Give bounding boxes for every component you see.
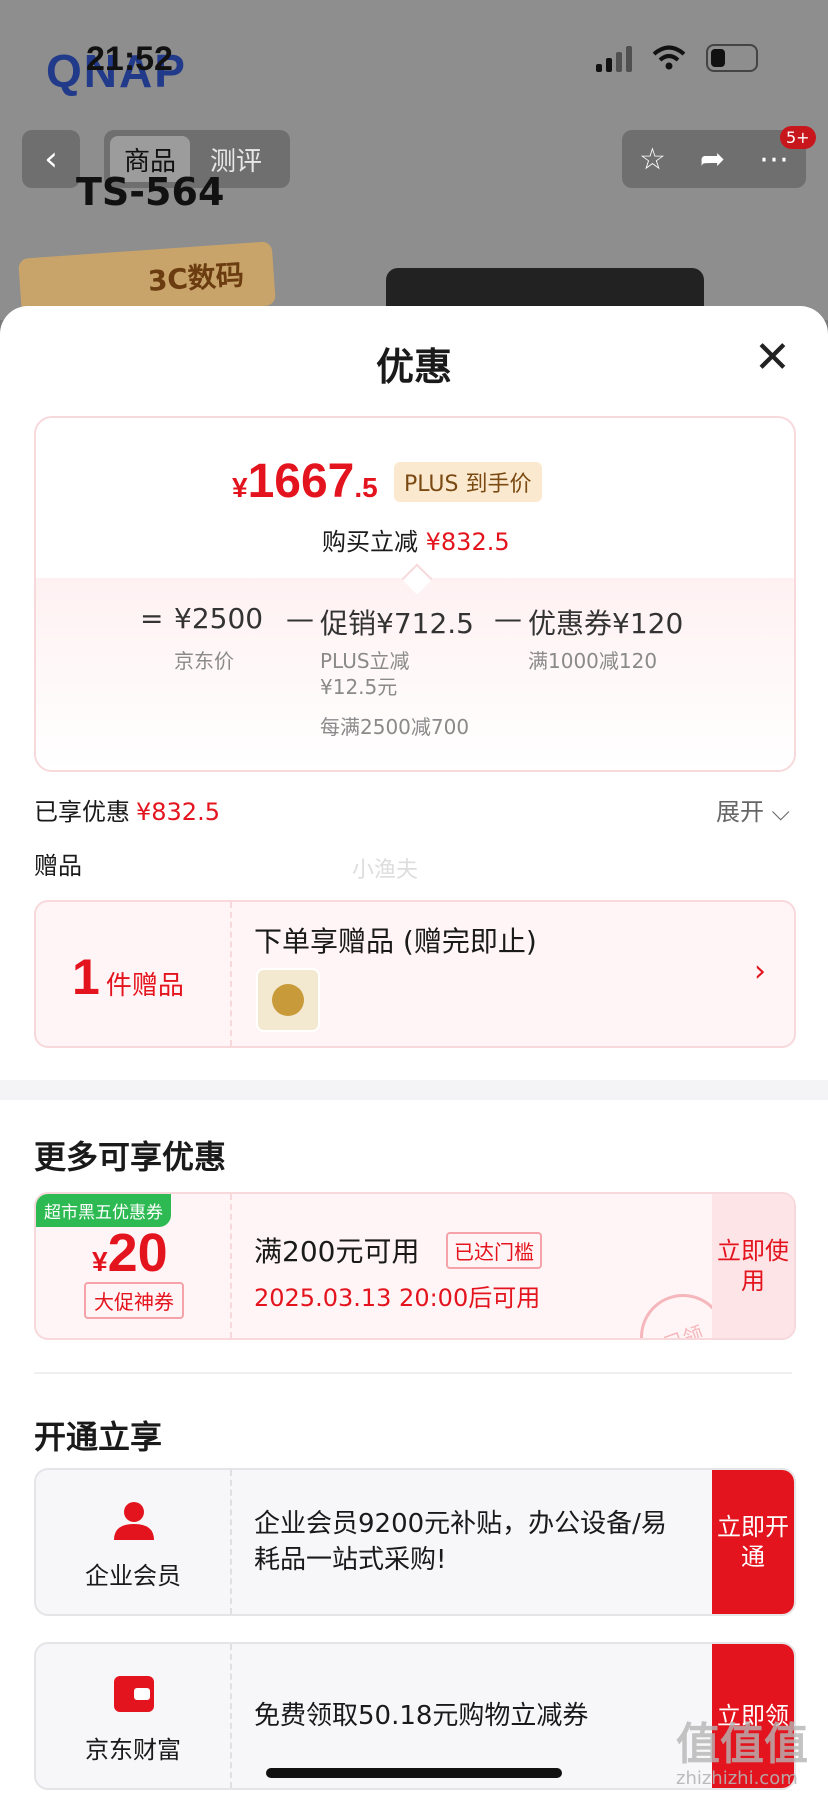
minus-sign: — [494, 602, 522, 635]
jd-price-label: 京东价 [174, 649, 234, 673]
gift-title: 下单享赠品 (赠完即止) [254, 925, 537, 958]
divider [34, 1372, 792, 1374]
site-url: zhizhizhi.com [676, 1768, 798, 1789]
buy-discount: 购买立减 ¥832.5 [322, 528, 510, 556]
signal-icon [596, 44, 632, 72]
member-card-enterprise[interactable]: 企业会员 企业会员9200元补贴，办公设备/易耗品一站式采购! 立即开通 [34, 1468, 796, 1616]
gift-thumbnail [256, 968, 320, 1032]
chevron-right-icon: › [754, 954, 766, 989]
minus-sign: — [286, 602, 314, 635]
coupon-amount: 优惠券¥120 [528, 607, 684, 640]
home-indicator [266, 1768, 562, 1778]
status-icons [596, 44, 758, 72]
plus-price-tag: PLUS 到手价 [394, 462, 542, 502]
close-icon[interactable]: ✕ [754, 336, 791, 380]
member-desc: 免费领取50.18元购物立减券 [254, 1701, 589, 1731]
site-watermark: 值值值 [676, 1719, 808, 1770]
user-watermark: 小渔夫 [352, 858, 419, 883]
user-icon [114, 1502, 154, 1540]
coupon-time: 2025.03.13 20:00后可用 [254, 1284, 541, 1312]
use-now-button[interactable]: 立即使用 [712, 1194, 794, 1338]
member-name: 企业会员 [85, 1562, 181, 1590]
coupon-chip: 大促神券 [84, 1282, 184, 1319]
jd-price: ¥2500 [174, 602, 264, 635]
coupon-condition: 满200元可用 [254, 1235, 420, 1268]
category-label: 3C数码 [146, 258, 245, 298]
enjoyed-discount: 已享优惠 ¥832.5 [34, 798, 220, 826]
price-breakdown-card: ¥1667.5 PLUS 到手价 购买立减 ¥832.5 = ¥2500 京东价… [34, 416, 796, 772]
gift-count: 1 件赠品 [72, 949, 184, 1005]
open-benefits-title: 开通立享 [34, 1418, 163, 1456]
threshold-reached-badge: 已达门槛 [446, 1232, 542, 1269]
share-icon[interactable]: ➦ [700, 142, 725, 177]
battery-icon [706, 44, 758, 72]
member-name: 京东财富 [85, 1736, 181, 1764]
coupon-card[interactable]: 超市黑五优惠券 ¥20 大促神券 满200元可用 已达门槛 2025.03.13… [34, 1192, 796, 1340]
background-page: QNAP 21:52 ‹ 商品 测评 ☆ ➦ ⋯ 5+ TS-564 3C数码 [0, 0, 828, 320]
top-actions: ☆ ➦ ⋯ [622, 130, 806, 188]
equals-sign: = [140, 602, 164, 635]
promo-detail: 每满2500减700 [320, 715, 470, 739]
gift-card[interactable]: 1 件赠品 下单享赠品 (赠完即止) › [34, 900, 796, 1048]
more-offers-title: 更多可享优惠 [34, 1138, 227, 1176]
coupon-detail: 满1000减120 [528, 649, 658, 673]
promo-detail: PLUS立减 [320, 649, 410, 673]
open-now-button[interactable]: 立即开通 [712, 1470, 794, 1614]
status-time: 21:52 [86, 40, 173, 78]
promo-amount: 促销¥712.5 [320, 607, 474, 640]
sheet-title: 优惠 [375, 345, 452, 389]
promo-detail: ¥12.5元 [320, 675, 398, 699]
back-button[interactable]: ‹ [22, 130, 80, 188]
expand-button[interactable]: 展开 ⌵ [716, 792, 790, 827]
section-divider [0, 1080, 828, 1100]
member-desc: 企业会员9200元补贴，办公设备/易耗品一站式采购! [254, 1509, 667, 1575]
product-model: TS-564 [76, 170, 225, 214]
coupon-value: ¥20 [92, 1223, 168, 1283]
message-badge: 5+ [780, 126, 816, 149]
wallet-icon [114, 1676, 154, 1712]
final-price: ¥1667.5 [232, 455, 378, 508]
star-icon[interactable]: ☆ [639, 142, 666, 177]
gift-section-label: 赠品 [34, 852, 82, 880]
discount-sheet: 优惠 ✕ ¥1667.5 PLUS 到手价 购买立减 ¥832.5 = ¥250… [0, 306, 828, 1796]
wifi-icon [652, 45, 686, 70]
